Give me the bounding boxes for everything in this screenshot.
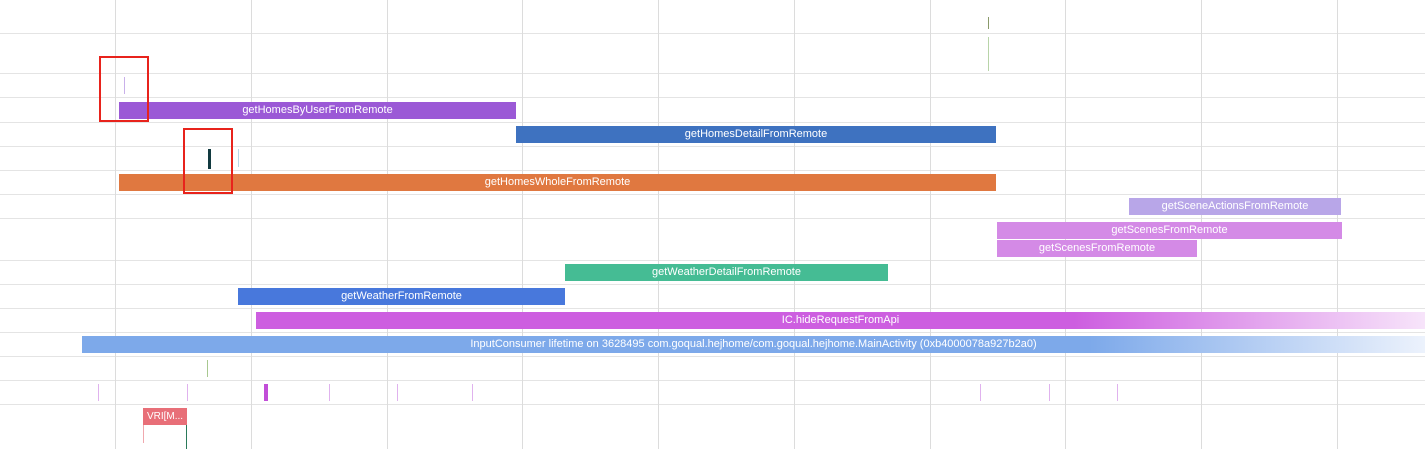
highlight-box (99, 56, 149, 122)
track-separator (0, 308, 1425, 309)
event-mark[interactable] (186, 425, 187, 449)
time-gridline (522, 0, 523, 449)
event-mark[interactable] (207, 360, 208, 377)
highlight-box (183, 128, 233, 194)
track-separator (0, 284, 1425, 285)
event-mark[interactable] (980, 384, 981, 401)
event-mark[interactable] (143, 425, 144, 443)
event-mark[interactable] (238, 149, 239, 167)
slice-ic-hide-request[interactable]: IC.hideRequestFromApi (256, 312, 1425, 329)
event-mark[interactable] (397, 384, 398, 401)
slice-get-weather[interactable]: getWeatherFromRemote (238, 288, 565, 305)
event-mark[interactable] (988, 37, 989, 71)
track-separator (0, 260, 1425, 261)
event-mark[interactable] (187, 384, 188, 401)
track-separator (0, 194, 1425, 195)
event-mark[interactable] (1049, 384, 1050, 401)
track-separator (0, 122, 1425, 123)
time-gridline (794, 0, 795, 449)
slice-vri[interactable]: VRI[M... (143, 408, 187, 425)
slice-get-scene-actions[interactable]: getSceneActionsFromRemote (1129, 198, 1341, 215)
track-separator (0, 356, 1425, 357)
slice-get-weather-detail[interactable]: getWeatherDetailFromRemote (565, 264, 888, 281)
time-gridline (658, 0, 659, 449)
event-mark[interactable] (264, 384, 268, 401)
track-separator (0, 33, 1425, 34)
event-mark[interactable] (472, 384, 473, 401)
event-mark[interactable] (329, 384, 330, 401)
slice-get-scenes[interactable]: getScenesFromRemote (997, 240, 1197, 257)
slice-input-consumer-lifetime[interactable]: InputConsumer lifetime on 3628495 com.go… (82, 336, 1425, 353)
time-gridline (251, 0, 252, 449)
slice-get-scenes[interactable]: getScenesFromRemote (997, 222, 1342, 239)
track-separator (0, 404, 1425, 405)
track-separator (0, 97, 1425, 98)
time-gridline (930, 0, 931, 449)
slice-get-homes-whole[interactable]: getHomesWholeFromRemote (119, 174, 996, 191)
event-mark[interactable] (1117, 384, 1118, 401)
slice-get-homes-detail[interactable]: getHomesDetailFromRemote (516, 126, 996, 143)
track-separator (0, 380, 1425, 381)
track-separator (0, 73, 1425, 74)
event-mark[interactable] (98, 384, 99, 401)
trace-timeline[interactable]: getHomesByUserFromRemote getHomesDetailF… (0, 0, 1425, 449)
track-separator (0, 218, 1425, 219)
slice-get-homes-by-user[interactable]: getHomesByUserFromRemote (119, 102, 516, 119)
event-mark[interactable] (988, 17, 989, 29)
time-gridline (387, 0, 388, 449)
track-separator (0, 332, 1425, 333)
